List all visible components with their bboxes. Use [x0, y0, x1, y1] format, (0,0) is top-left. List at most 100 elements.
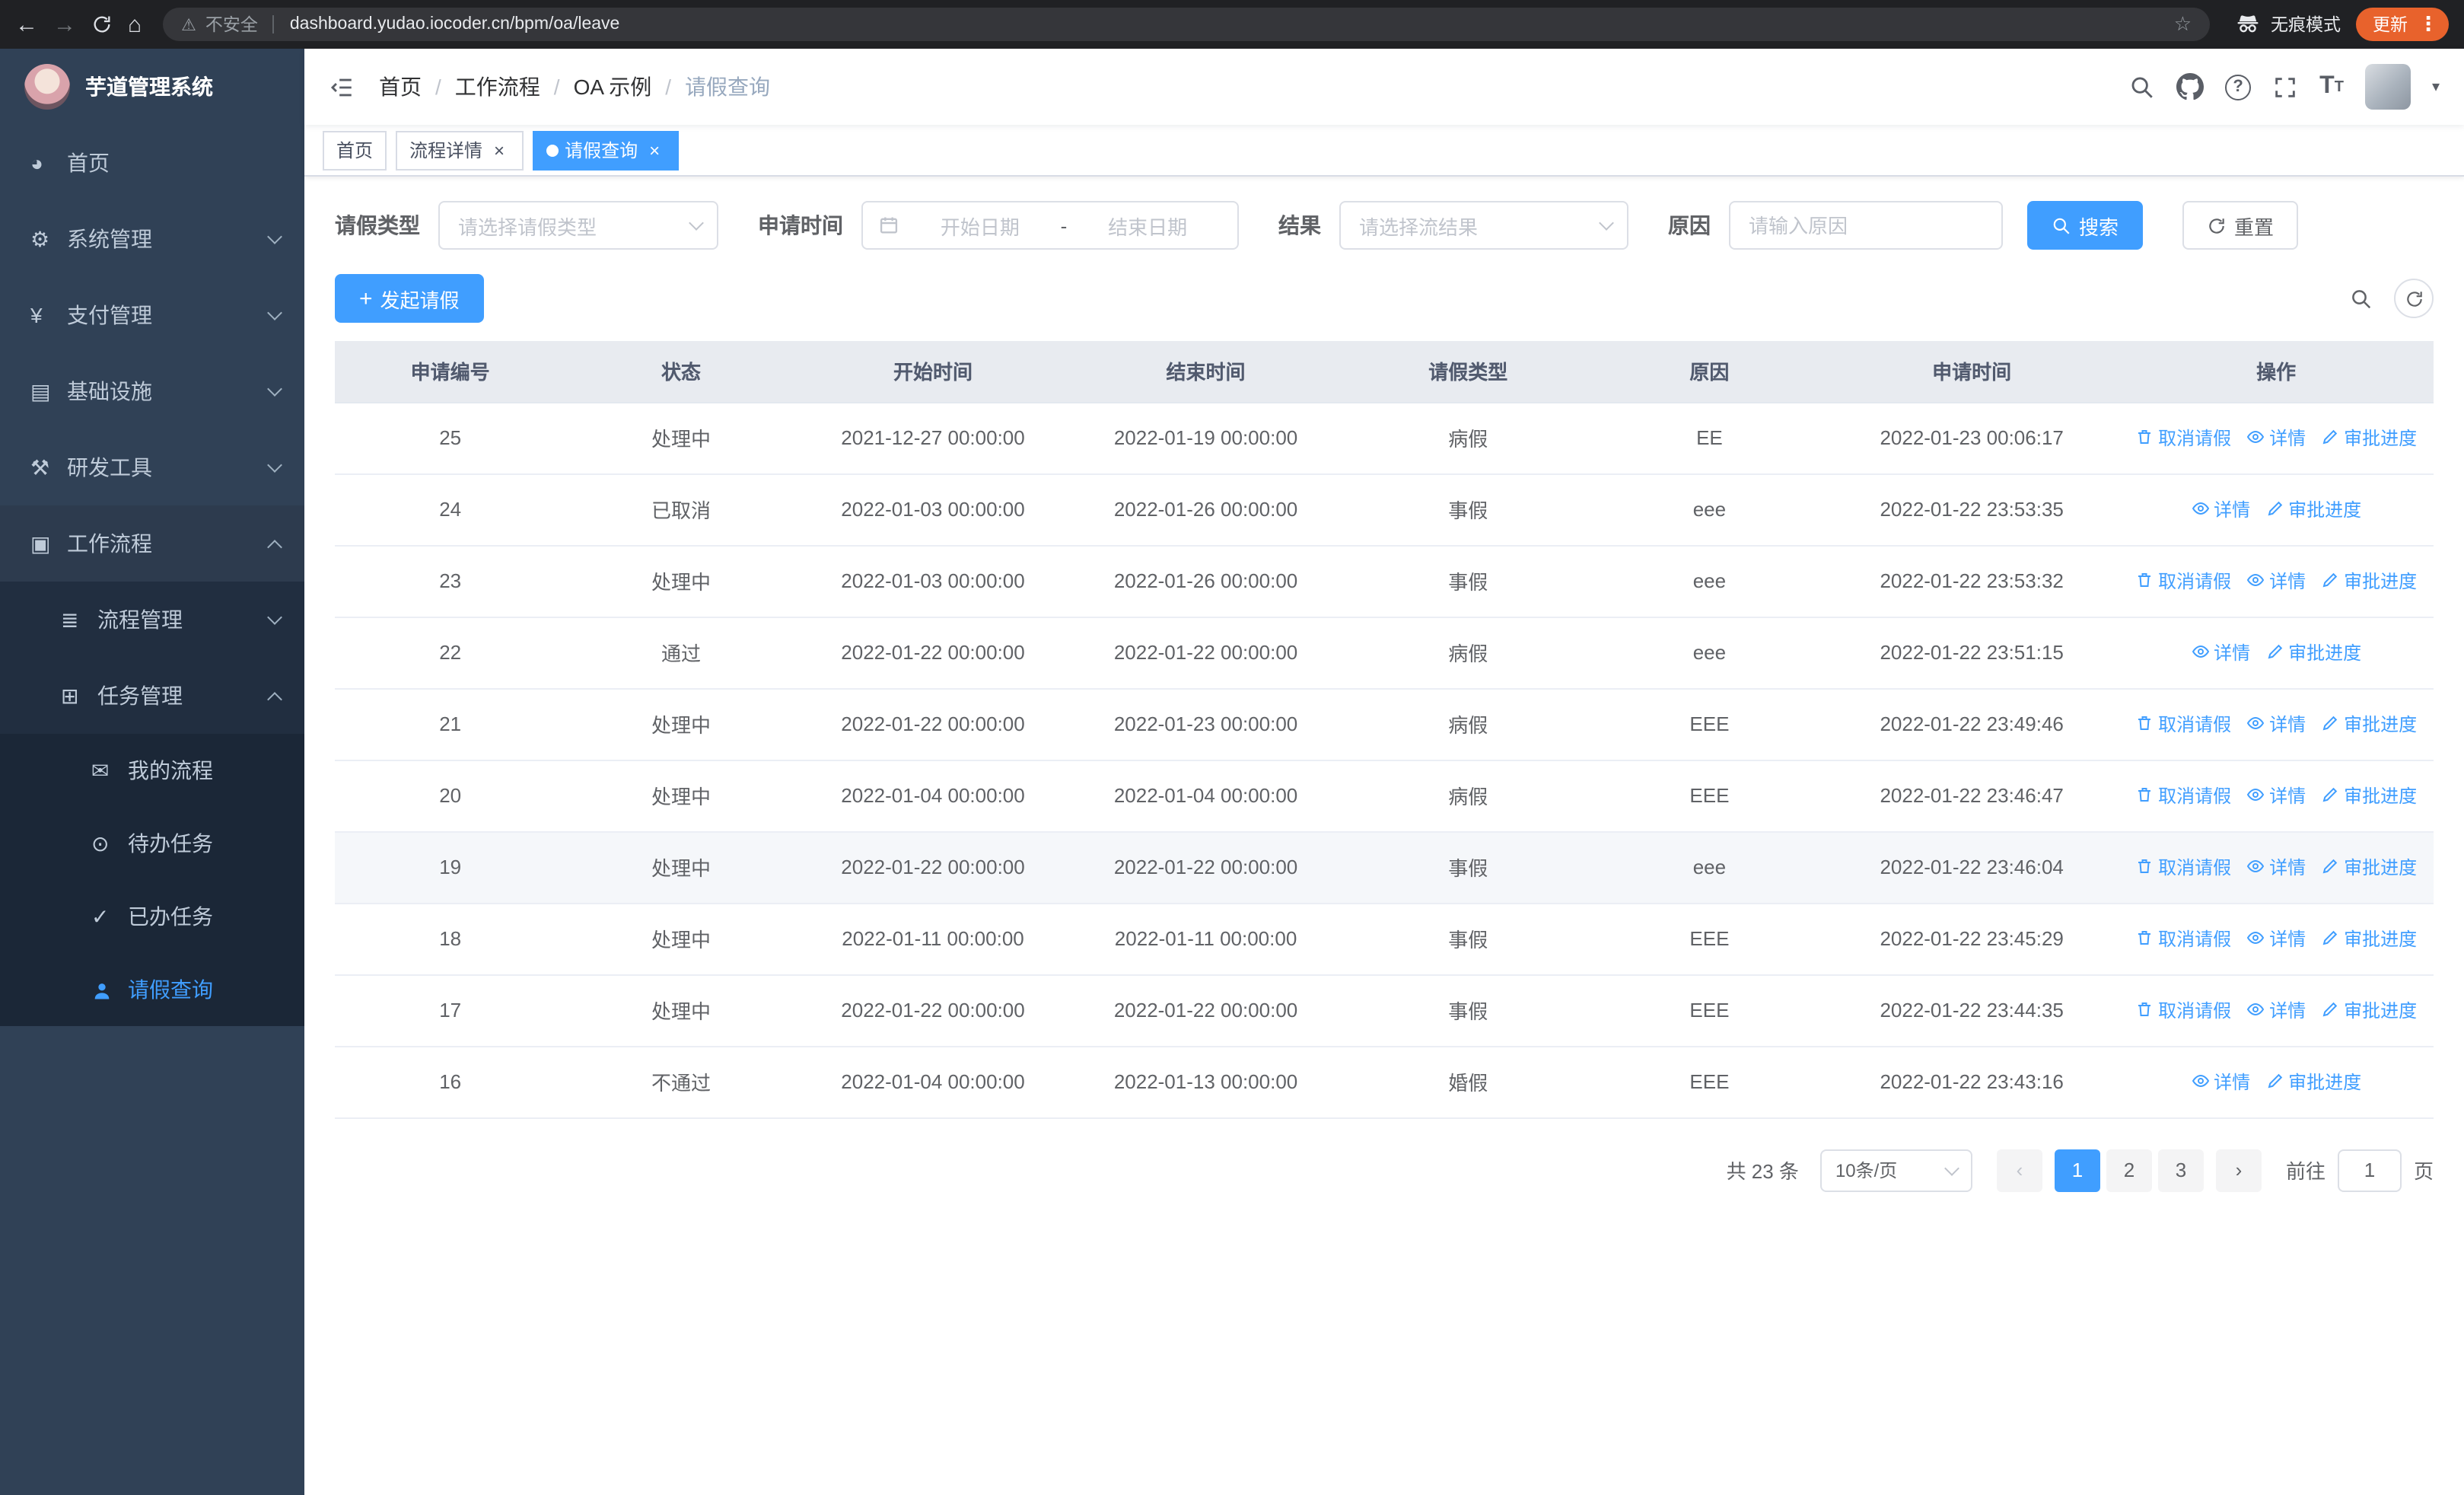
forward-button[interactable]: → [53, 13, 76, 36]
progress-action-link[interactable]: 审批进度 [2321, 854, 2417, 880]
progress-action-link[interactable]: 审批进度 [2321, 568, 2417, 594]
page-button-2[interactable]: 2 [2106, 1149, 2152, 1191]
progress-action-link[interactable]: 审批进度 [2321, 425, 2417, 451]
cancel-action-link[interactable]: 取消请假 [2135, 926, 2231, 952]
detail-action-link[interactable]: 详情 [2191, 639, 2250, 665]
reload-button[interactable] [91, 14, 113, 35]
apply-time-range-picker[interactable]: 开始日期 - 结束日期 [861, 201, 1239, 250]
home-button[interactable]: ⌂ [128, 13, 142, 36]
detail-action-link[interactable]: 详情 [2246, 854, 2306, 880]
result-select[interactable]: 请选择流结果 [1339, 201, 1628, 250]
sidebar-item-leave-query[interactable]: 请假查询 [0, 953, 304, 1026]
detail-action-link[interactable]: 详情 [2246, 997, 2306, 1023]
close-tab-icon[interactable]: × [644, 139, 665, 161]
detail-action-link[interactable]: 详情 [2246, 568, 2306, 594]
application-id: 23 [335, 545, 566, 617]
detail-action-link[interactable]: 详情 [2246, 783, 2306, 808]
detail-action-link[interactable]: 详情 [2246, 425, 2306, 451]
detail-action-link[interactable]: 详情 [2246, 926, 2306, 952]
sidebar-item-devtools[interactable]: ⚒ 研发工具 [0, 429, 304, 505]
reset-button[interactable]: 重置 [2182, 201, 2299, 250]
detail-action-link[interactable]: 详情 [2191, 1069, 2250, 1095]
progress-action-link[interactable]: 审批进度 [2265, 496, 2361, 522]
fullscreen-icon[interactable] [2272, 74, 2298, 100]
page-button-1[interactable]: 1 [2054, 1149, 2100, 1191]
column-header: 原因 [1593, 341, 1826, 403]
start-time: 2022-01-03 00:00:00 [796, 473, 1070, 546]
sidebar-item-workflow[interactable]: ▣ 工作流程 [0, 505, 304, 582]
update-button[interactable]: 更新 ⋮ [2356, 8, 2449, 41]
column-header: 申请时间 [1825, 341, 2119, 403]
cancel-action-link[interactable]: 取消请假 [2135, 997, 2231, 1023]
table-search-icon[interactable] [2350, 287, 2373, 310]
cancel-action-link[interactable]: 取消请假 [2135, 854, 2231, 880]
back-button[interactable]: ← [15, 13, 38, 36]
breadcrumb-item[interactable]: OA 示例 [574, 72, 652, 102]
page-button-3[interactable]: 3 [2157, 1149, 2204, 1191]
sidebar-item-system[interactable]: ⚙ 系统管理 [0, 201, 304, 277]
eye-icon [2246, 429, 2265, 447]
github-icon[interactable] [2176, 73, 2204, 100]
cancel-action-link[interactable]: 取消请假 [2135, 783, 2231, 808]
leave-type: 事假 [1342, 903, 1594, 975]
detail-action-link[interactable]: 详情 [2246, 711, 2306, 737]
chevron-down-icon [1944, 1160, 1959, 1175]
progress-action-link[interactable]: 审批进度 [2265, 639, 2361, 665]
table-refresh-icon[interactable] [2394, 279, 2434, 318]
leave-type: 婚假 [1342, 1046, 1594, 1118]
search-button[interactable]: 搜索 [2027, 201, 2144, 250]
user-avatar[interactable] [2364, 64, 2411, 110]
navbar-actions: ? TT ▾ [2129, 64, 2440, 110]
cancel-action-link[interactable]: 取消请假 [2135, 711, 2231, 737]
sidebar-item-label: 任务管理 [97, 684, 183, 708]
tab-leave-query[interactable]: 请假查询 × [533, 130, 680, 170]
progress-action-link[interactable]: 审批进度 [2321, 783, 2417, 808]
tab-home[interactable]: 首页 [323, 130, 387, 170]
progress-action-link[interactable]: 审批进度 [2321, 711, 2417, 737]
breadcrumb-separator: / [553, 75, 560, 99]
progress-action-link[interactable]: 审批进度 [2321, 997, 2417, 1023]
page-size-select[interactable]: 10条/页 [1819, 1149, 1972, 1191]
reason-input[interactable] [1729, 201, 2003, 250]
sidebar-item-infra[interactable]: ▤ 基础设施 [0, 353, 304, 429]
close-tab-icon[interactable]: × [489, 139, 510, 161]
cancel-action-link[interactable]: 取消请假 [2135, 425, 2231, 451]
tab-process-detail[interactable]: 流程详情 × [396, 130, 524, 170]
sidebar-item-todo-tasks[interactable]: ⊙ 待办任务 [0, 807, 304, 880]
leave-type: 事假 [1342, 974, 1594, 1047]
caret-down-icon[interactable]: ▾ [2432, 78, 2440, 95]
font-size-icon[interactable]: TT [2319, 73, 2344, 100]
sidebar-item-payment[interactable]: ¥ 支付管理 [0, 277, 304, 353]
url-text: dashboard.yudao.iocoder.cn/bpm/oa/leave [289, 15, 620, 33]
search-icon[interactable] [2129, 74, 2155, 100]
progress-action-link[interactable]: 审批进度 [2265, 1069, 2361, 1095]
row-actions: 取消请假 详情 审批进度 [2119, 402, 2434, 474]
application-id: 25 [335, 402, 566, 474]
eye-icon [2246, 858, 2265, 876]
sidebar-item-process-mgmt[interactable]: ≣ 流程管理 [0, 582, 304, 658]
app-logo[interactable]: 芋道管理系统 [0, 49, 304, 125]
browser-menu-icon[interactable]: ⋮ [2418, 12, 2438, 37]
breadcrumb-item[interactable]: 工作流程 [455, 72, 540, 102]
cancel-action-link[interactable]: 取消请假 [2135, 568, 2231, 594]
collapse-sidebar-icon[interactable] [329, 74, 355, 100]
sidebar-item-done-tasks[interactable]: ✓ 已办任务 [0, 880, 304, 953]
prev-page-button[interactable]: ‹ [1996, 1149, 2042, 1191]
sidebar-item-my-process[interactable]: ✉ 我的流程 [0, 734, 304, 807]
help-icon[interactable]: ? [2225, 74, 2252, 100]
next-page-button[interactable]: › [2215, 1149, 2262, 1191]
detail-action-link[interactable]: 详情 [2191, 496, 2250, 522]
create-leave-button[interactable]: + 发起请假 [335, 274, 484, 323]
trash-icon [2135, 858, 2154, 876]
address-bar[interactable]: ⚠ 不安全 dashboard.yudao.iocoder.cn/bpm/oa/… [163, 8, 2210, 41]
bookmark-star-icon[interactable]: ☆ [2174, 12, 2192, 37]
status: 处理中 [565, 903, 797, 975]
sidebar-item-task-mgmt[interactable]: ⊞ 任务管理 [0, 658, 304, 734]
goto-page-input[interactable] [2337, 1149, 2402, 1191]
breadcrumb-item[interactable]: 首页 [379, 72, 422, 102]
chevron-down-icon [267, 609, 282, 624]
progress-action-link[interactable]: 审批进度 [2321, 926, 2417, 952]
list-icon: ≣ [61, 607, 79, 631]
leave-type-select[interactable]: 请选择请假类型 [438, 201, 718, 250]
sidebar-item-home[interactable]: ◕ 首页 [0, 125, 304, 201]
